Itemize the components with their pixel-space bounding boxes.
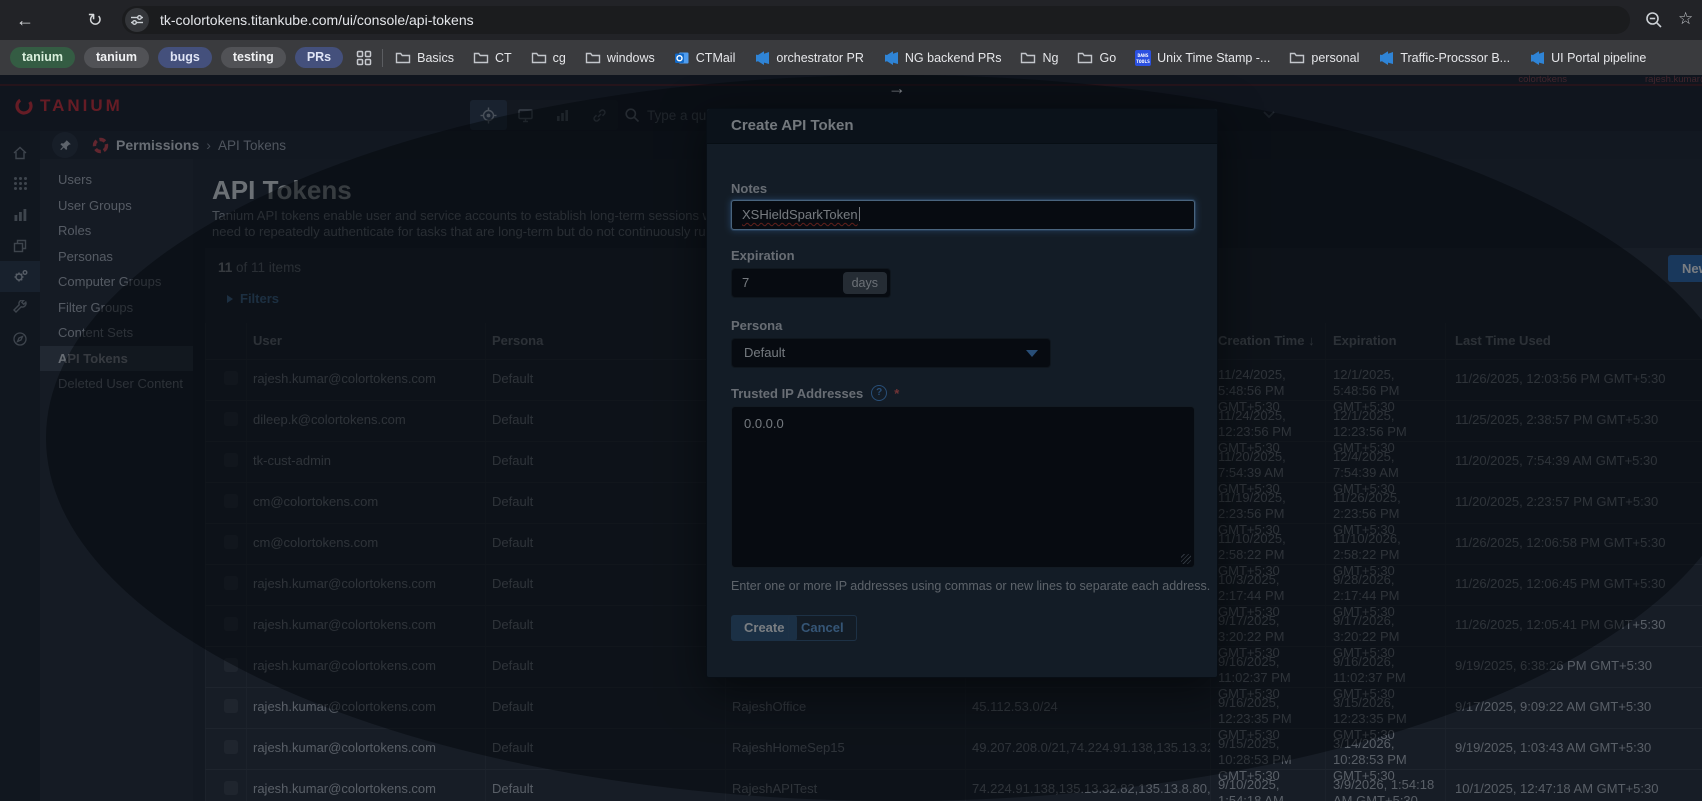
bookmark-item[interactable]: orchestrator PR bbox=[754, 50, 864, 66]
bookmark-item[interactable]: CT bbox=[473, 50, 512, 66]
danstools-icon: DANSTOOLS bbox=[1135, 49, 1152, 66]
bookmark-label: windows bbox=[606, 50, 655, 65]
tab-group-chip[interactable]: testing bbox=[220, 47, 286, 68]
bookmark-item[interactable]: Go bbox=[1077, 50, 1116, 66]
bookmark-item[interactable]: windows bbox=[585, 50, 655, 66]
azure-devops-icon bbox=[1380, 50, 1394, 65]
folder-icon bbox=[1021, 52, 1036, 63]
tab-group-chip[interactable]: tanium bbox=[10, 47, 75, 68]
tab-groups-grid-icon[interactable] bbox=[356, 50, 372, 66]
azure-devops-icon bbox=[756, 50, 770, 65]
azure-devops-icon bbox=[1531, 50, 1545, 65]
bookmark-label: cg bbox=[552, 50, 566, 65]
folder-icon bbox=[531, 52, 546, 63]
tab-group-label: tanium bbox=[95, 50, 137, 64]
folder-icon bbox=[1078, 52, 1093, 63]
tab-group-chip[interactable]: bugs bbox=[157, 47, 212, 68]
bookmark-item[interactable]: NG backend PRs bbox=[883, 50, 1002, 66]
bookmark-label: NG backend PRs bbox=[904, 50, 1002, 65]
bookmark-item[interactable]: CTMail bbox=[674, 50, 736, 66]
folder-icon bbox=[395, 52, 411, 63]
bookmark-label: CTMail bbox=[695, 50, 736, 65]
bookmark-label: personal bbox=[1311, 50, 1360, 65]
tab-group-label: testing bbox=[232, 50, 274, 64]
bookmark-item[interactable]: personal bbox=[1289, 50, 1359, 66]
bookmark-label: Traffic-Procssor B... bbox=[1400, 50, 1511, 65]
bookmark-label: Go bbox=[1099, 50, 1117, 65]
bookmark-item[interactable]: UI Portal pipeline bbox=[1529, 50, 1646, 66]
outlook-icon bbox=[674, 52, 689, 63]
tab-group-label: bugs bbox=[169, 50, 200, 64]
bookmark-item[interactable]: Ng bbox=[1020, 50, 1058, 66]
browser-toolbar: ← → ↻ tk-colortokens.titankube.com/ui/co… bbox=[0, 0, 1702, 801]
bookmark-label: UI Portal pipeline bbox=[1551, 50, 1647, 65]
tab-group-chip[interactable]: PRs bbox=[294, 47, 344, 68]
bookmark-item[interactable]: cg bbox=[531, 50, 566, 66]
bookmark-label: Basics bbox=[417, 50, 454, 65]
tab-group-label: tanium bbox=[22, 50, 63, 64]
url-text: tk-colortokens.titankube.com/ui/console/… bbox=[160, 12, 474, 28]
bookmark-label: orchestrator PR bbox=[776, 50, 864, 65]
tab-group-label: PRs bbox=[306, 50, 332, 64]
bookmark-star-icon[interactable]: ☆ bbox=[1678, 9, 1693, 29]
bookmarks-separator bbox=[382, 48, 384, 67]
browser-window: ← → ↻ tk-colortokens.titankube.com/ui/co… bbox=[0, 0, 1702, 801]
bookmark-label: Unix Time Stamp -... bbox=[1157, 50, 1271, 65]
bookmark-item[interactable]: Traffic-Procssor B... bbox=[1378, 50, 1510, 66]
azure-devops-icon bbox=[884, 50, 898, 65]
svg-text:DANS: DANS bbox=[1138, 53, 1149, 59]
bookmark-item[interactable]: Basics bbox=[395, 50, 454, 66]
forward-button[interactable]: → bbox=[46, 75, 1702, 801]
back-button[interactable]: ← bbox=[12, 7, 38, 33]
address-bar[interactable]: tk-colortokens.titankube.com/ui/console/… bbox=[122, 6, 1630, 34]
zoom-out-icon[interactable] bbox=[1644, 10, 1664, 30]
folder-icon bbox=[585, 52, 601, 63]
tab-group-chip[interactable]: tanium bbox=[83, 47, 149, 68]
folder-icon bbox=[473, 52, 489, 63]
bookmark-label: CT bbox=[494, 50, 512, 65]
reload-button[interactable]: ↻ bbox=[82, 7, 108, 33]
bookmark-item[interactable]: DANS TOOLS Unix Time Stamp -... bbox=[1135, 49, 1271, 66]
folder-icon bbox=[1290, 52, 1305, 63]
bookmark-label: Ng bbox=[1042, 50, 1059, 65]
svg-text:TOOLS: TOOLS bbox=[1136, 59, 1150, 65]
site-settings-icon[interactable] bbox=[125, 8, 149, 32]
bookmarks-bar: tanium tanium bugs testing PRs Basics CT… bbox=[0, 40, 1702, 75]
